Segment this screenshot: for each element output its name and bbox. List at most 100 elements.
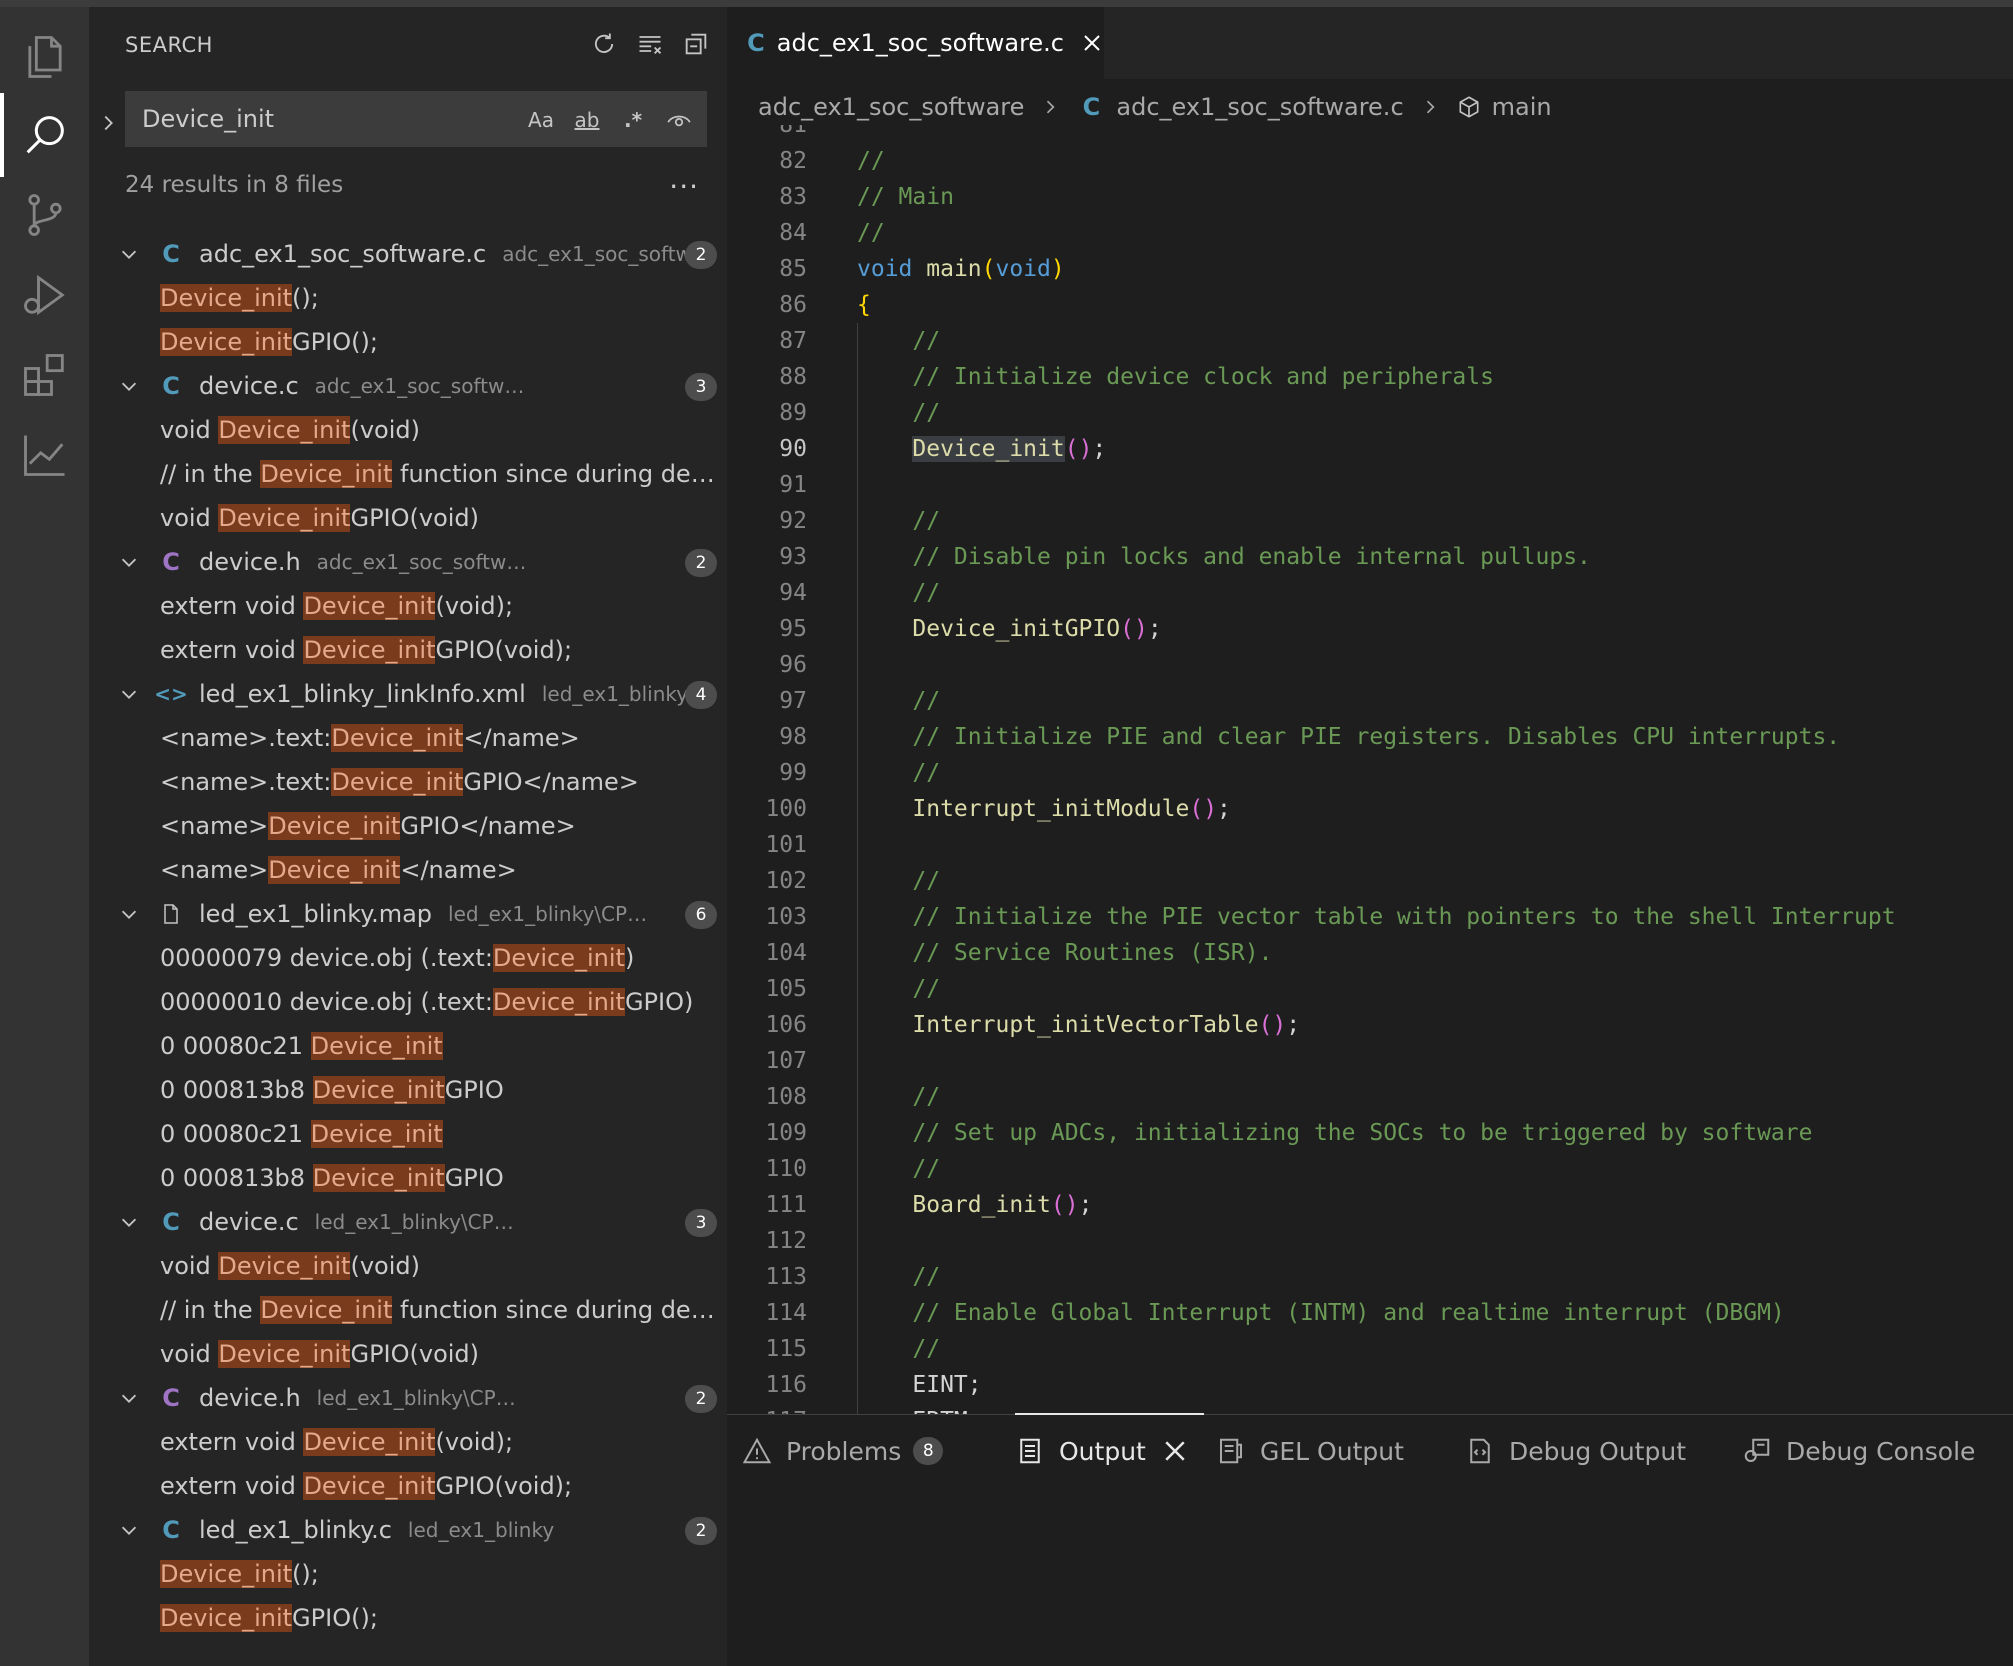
result-match-row[interactable]: void Device_initGPIO(void): [89, 496, 727, 540]
result-match-row[interactable]: <name>.text:Device_init</name>: [89, 716, 727, 760]
panel-tab-output[interactable]: Output: [1015, 1413, 1204, 1487]
close-icon[interactable]: [1160, 1436, 1204, 1466]
match-whole-word-icon[interactable]: ab: [568, 103, 606, 137]
collapse-all-icon[interactable]: [679, 27, 713, 61]
result-match-row[interactable]: 0 000813b8 Device_initGPIO: [89, 1156, 727, 1200]
chevron-down-icon[interactable]: [109, 1200, 149, 1244]
eye-icon[interactable]: [660, 103, 698, 137]
code-line: 91: [727, 467, 2013, 503]
use-regex-icon[interactable]: .*: [614, 103, 652, 137]
panel-tab-debug-console[interactable]: Debug Console: [1742, 1415, 1975, 1487]
result-match-row[interactable]: <name>.text:Device_initGPIO</name>: [89, 760, 727, 804]
chevron-down-icon[interactable]: [109, 1376, 149, 1420]
chevron-down-icon[interactable]: [109, 540, 149, 584]
result-match-row[interactable]: Device_init();: [89, 1552, 727, 1596]
line-source: {: [857, 287, 871, 323]
chevron-down-icon[interactable]: [109, 892, 149, 936]
code-line: 104 // Service Routines (ISR).: [727, 935, 2013, 971]
line-number: 99: [779, 760, 807, 786]
result-file-row[interactable]: Cadc_ex1_soc_software.c adc_ex1_soc_softw…: [89, 232, 727, 276]
match-text: 0 00080c21 Device_init: [160, 1120, 443, 1148]
match-suffix: GPIO();: [292, 328, 378, 356]
result-match-row[interactable]: extern void Device_init(void);: [89, 584, 727, 628]
line-number: 112: [765, 1228, 807, 1254]
chevron-down-icon[interactable]: [109, 1508, 149, 1552]
code-token: (): [1189, 796, 1218, 822]
match-case-icon[interactable]: Aa: [522, 103, 560, 137]
match-highlight: Device_init: [218, 1340, 351, 1368]
code-editor[interactable]: 81 82//83// Main 84//85 void main(void) 86{8…: [727, 125, 2013, 1421]
panel-tab-label: GEL Output: [1260, 1436, 1404, 1466]
result-match-row[interactable]: void Device_init(void): [89, 408, 727, 452]
breadcrumb-folder[interactable]: adc_ex1_soc_software: [758, 93, 1024, 121]
line-source: //: [857, 1259, 940, 1295]
result-match-row[interactable]: 0 00080c21 Device_init: [89, 1024, 727, 1068]
result-file-name: device.c: [199, 1208, 299, 1236]
result-match-row[interactable]: extern void Device_init(void);: [89, 1420, 727, 1464]
chevron-down-icon[interactable]: [109, 232, 149, 276]
refresh-icon[interactable]: [587, 27, 621, 61]
chevron-down-icon[interactable]: [109, 364, 149, 408]
clear-results-icon[interactable]: [633, 27, 667, 61]
result-match-row[interactable]: void Device_init(void): [89, 1244, 727, 1288]
panel-tab-label: Debug Output: [1509, 1436, 1687, 1466]
result-match-row[interactable]: Device_init();: [89, 276, 727, 320]
result-file-row[interactable]: Cdevice.h led_ex1_blinky\CPU1_FLASH\syscf…: [89, 1376, 727, 1420]
breadcrumb-file[interactable]: adc_ex1_soc_software.c: [1116, 93, 1403, 121]
result-match-row[interactable]: void Device_initGPIO(void): [89, 1332, 727, 1376]
close-icon[interactable]: [1080, 28, 1104, 58]
result-match-row[interactable]: Device_initGPIO();: [89, 320, 727, 364]
code-line: 112: [727, 1223, 2013, 1259]
result-file-row[interactable]: Cdevice.c led_ex1_blinky\CPU1_FLASH\syscf…: [89, 1200, 727, 1244]
chevron-down-icon[interactable]: [109, 672, 149, 716]
search-box[interactable]: Device_init Aa ab .*: [125, 91, 707, 147]
result-match-row[interactable]: Device_initGPIO();: [89, 1596, 727, 1640]
breadcrumb-symbol[interactable]: main: [1492, 93, 1552, 121]
result-file-name: device.h: [199, 1384, 301, 1412]
match-highlight: Device_init: [303, 592, 436, 620]
result-file-row[interactable]: Cled_ex1_blinky.c led_ex1_blinky 2: [89, 1508, 727, 1552]
result-file-row[interactable]: led_ex1_blinky.map led_ex1_blinky\CPU1_FL…: [89, 892, 727, 936]
result-match-row[interactable]: extern void Device_initGPIO(void);: [89, 1464, 727, 1508]
match-text: // in the Device_init function since dur…: [160, 1296, 720, 1324]
code-line: 105 //: [727, 971, 2013, 1007]
result-match-row[interactable]: // in the Device_init function since dur…: [89, 452, 727, 496]
chart-icon[interactable]: [0, 405, 89, 505]
result-match-row[interactable]: 0 00080c21 Device_init: [89, 1112, 727, 1156]
results-count: 24 results in 8 files: [125, 172, 344, 198]
result-match-row[interactable]: 00000079 device.obj (.text:Device_init): [89, 936, 727, 980]
code-line: 88 // Initialize device clock and periph…: [727, 359, 2013, 395]
panel-tab-problems[interactable]: Problems 8: [742, 1415, 944, 1487]
match-highlight: Device_init: [160, 328, 293, 356]
c-file-icon: C: [1082, 93, 1101, 121]
more-actions-icon[interactable]: ...: [669, 162, 699, 195]
result-match-row[interactable]: <name>Device_init</name>: [89, 848, 727, 892]
editor-tab[interactable]: C adc_ex1_soc_software.c: [727, 7, 1104, 79]
result-match-row[interactable]: extern void Device_initGPIO(void);: [89, 628, 727, 672]
result-file-name: device.c: [199, 372, 299, 400]
match-prefix: // in the: [160, 1296, 261, 1324]
result-file-row[interactable]: Cdevice.h adc_ex1_soc_software\device 2: [89, 540, 727, 584]
result-match-row[interactable]: 00000010 device.obj (.text:Device_initGP…: [89, 980, 727, 1024]
search-input[interactable]: Device_init: [142, 92, 274, 146]
result-file-row[interactable]: Cdevice.c adc_ex1_soc_software\device 3: [89, 364, 727, 408]
panel-tab-gel-output[interactable]: GEL Output: [1216, 1415, 1404, 1487]
title-strip: [0, 0, 2013, 7]
result-match-row[interactable]: // in the Device_init function since dur…: [89, 1288, 727, 1332]
result-match-row[interactable]: 0 000813b8 Device_initGPIO: [89, 1068, 727, 1112]
code-token: //: [912, 688, 941, 714]
match-highlight: Device_init: [303, 1428, 436, 1456]
result-file-path: adc_ex1_soc_software\device: [316, 550, 527, 574]
code-line: 110 //: [727, 1151, 2013, 1187]
result-match-row[interactable]: <name>Device_initGPIO</name>: [89, 804, 727, 848]
match-text: void Device_init(void): [160, 1252, 420, 1280]
result-file-name: led_ex1_blinky_linkInfo.xml: [199, 680, 526, 708]
panel-tab-debug-output[interactable]: Debug Output: [1465, 1415, 1686, 1487]
code-line: 108 //: [727, 1079, 2013, 1115]
result-file-path: led_ex1_blinky: [407, 1518, 555, 1542]
result-file-row[interactable]: <> led_ex1_blinky_linkInfo.xml led_ex1_bli…: [89, 672, 727, 716]
toggle-replace-chevron-icon[interactable]: [95, 105, 121, 141]
output-icon: [1015, 1436, 1059, 1466]
